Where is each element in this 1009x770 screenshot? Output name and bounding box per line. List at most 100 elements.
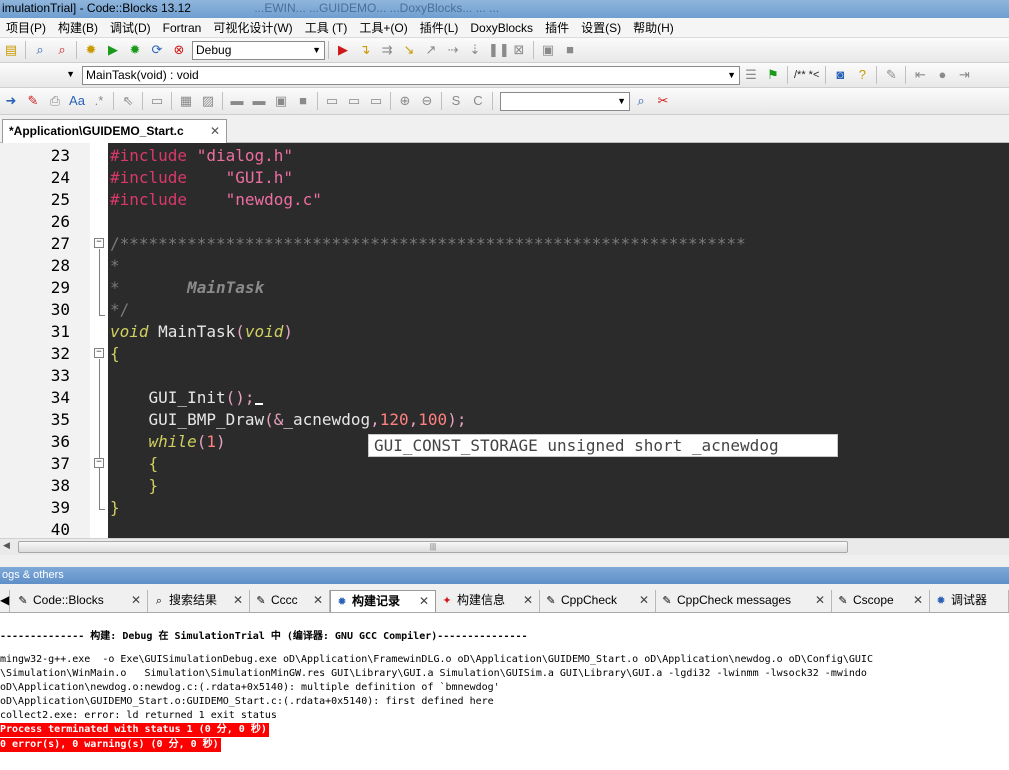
debug-start-icon[interactable]: ▶ — [334, 41, 352, 59]
close-icon[interactable]: ✕ — [313, 590, 323, 611]
next-instruction-icon[interactable]: ⇢ — [444, 41, 462, 59]
frame-3-icon[interactable]: ▭ — [367, 92, 385, 110]
doxy-comment-button[interactable]: /** *< — [794, 69, 819, 81]
menu-help[interactable]: 帮助(H) — [627, 18, 680, 38]
step-into-icon[interactable]: ↘ — [400, 41, 418, 59]
html-doc-icon[interactable]: ◙ — [831, 66, 849, 84]
tab-build-log[interactable]: ✹ 构建记录 ✕ — [330, 590, 436, 612]
menu-tools-plus[interactable]: 工具+(O) — [353, 18, 413, 38]
tab-scroll-left[interactable]: ◀ — [0, 590, 10, 612]
build-gear-icon[interactable]: ✹ — [82, 41, 100, 59]
frame-2-icon[interactable]: ▭ — [345, 92, 363, 110]
frame-1-icon[interactable]: ▭ — [323, 92, 341, 110]
regex-icon[interactable]: .* — [90, 92, 108, 110]
bitmap-icon[interactable]: ▨ — [199, 92, 217, 110]
tools-icon[interactable]: ✂ — [654, 92, 672, 110]
menu-tools[interactable]: 工具 (T) — [299, 18, 354, 38]
menu-plugins[interactable]: 插件(L) — [414, 18, 465, 38]
menu-fortran[interactable]: Fortran — [157, 18, 208, 38]
toolbar-separator — [876, 66, 878, 84]
pause-icon[interactable]: ❚❚ — [488, 41, 510, 59]
font-icon[interactable]: Aa — [68, 92, 86, 110]
scope-combo[interactable]: ▼ — [0, 66, 78, 85]
close-icon[interactable]: ✕ — [815, 590, 825, 611]
highlight-icon[interactable]: ✎ — [24, 92, 42, 110]
menu-settings[interactable]: 设置(S) — [575, 18, 627, 38]
nav-forward-icon[interactable]: ⇥ — [955, 66, 973, 84]
menu-project[interactable]: 项目(P) — [0, 18, 52, 38]
layout-2-icon[interactable]: ▬ — [250, 92, 268, 110]
line-number: 34 — [50, 388, 70, 407]
search-combo[interactable]: ▼ — [500, 91, 630, 111]
menu-doxyblocks[interactable]: DoxyBlocks — [464, 18, 539, 38]
print-icon[interactable]: ⎙ — [46, 92, 64, 110]
build-and-run-icon[interactable]: ✹ — [126, 41, 144, 59]
layout-1-icon[interactable]: ▬ — [228, 92, 246, 110]
tab-codeblocks-log[interactable]: ✎ Code::Blocks ✕ — [12, 590, 148, 612]
menu-plugins-2[interactable]: 插件 — [539, 18, 575, 38]
arrow-right-icon[interactable]: ➜ — [2, 92, 20, 110]
run-icon[interactable]: ▶ — [104, 41, 122, 59]
close-icon[interactable]: ✕ — [913, 590, 923, 611]
step-out-icon[interactable]: ↗ — [422, 41, 440, 59]
search-icon[interactable]: ⌕ — [632, 92, 650, 110]
panel-icon[interactable]: ▭ — [148, 92, 166, 110]
fold-collapse-icon[interactable]: − — [94, 458, 104, 468]
layout-4-icon[interactable]: ■ — [294, 92, 312, 110]
function-combo[interactable]: MainTask(void) : void ▼ — [82, 65, 740, 85]
build-log-output[interactable]: -------------- 构建: Debug 在 SimulationTri… — [0, 613, 1009, 770]
jump-icon[interactable]: ⚑ — [764, 66, 782, 84]
editor-horizontal-scrollbar[interactable]: ◀ ||| — [0, 538, 1009, 555]
code-completion-toolbar: ▼ MainTask(void) : void ▼ ☰ ⚑ /** *< ◙ ?… — [0, 63, 1009, 88]
select-pointer-icon[interactable]: ⇖ — [119, 92, 137, 110]
various-info-icon[interactable]: ■ — [561, 41, 579, 59]
tab-build-messages[interactable]: ✦ 构建信息 ✕ — [436, 590, 540, 612]
scroll-left-icon[interactable]: ◀ — [3, 540, 10, 551]
tab-cscope[interactable]: ✎ Cscope ✕ — [832, 590, 930, 612]
tab-cccc[interactable]: ✎ Cccc ✕ — [250, 590, 330, 612]
close-icon[interactable]: ✕ — [233, 590, 243, 611]
symbol-s-icon[interactable]: S — [447, 92, 465, 110]
scrollbar-thumb[interactable]: ||| — [18, 541, 848, 553]
close-icon[interactable]: ✕ — [639, 590, 649, 611]
find-icon[interactable]: ⌕ — [31, 41, 49, 59]
fold-collapse-icon[interactable]: − — [94, 238, 104, 248]
run-to-cursor-icon[interactable]: ↴ — [356, 41, 374, 59]
fold-collapse-icon[interactable]: − — [94, 348, 104, 358]
stack-icon[interactable]: ☰ — [742, 66, 760, 84]
menu-build[interactable]: 构建(B) — [52, 18, 104, 38]
zoom-out-icon[interactable]: ⊖ — [418, 92, 436, 110]
line-number: 33 — [50, 366, 70, 385]
next-line-icon[interactable]: ⇉ — [378, 41, 396, 59]
tab-cppcheck-messages[interactable]: ✎ CppCheck messages ✕ — [656, 590, 832, 612]
wrench-icon[interactable]: ✎ — [882, 66, 900, 84]
code-token: GUI_Init — [110, 388, 226, 407]
stop-debug-icon[interactable]: ⊠ — [510, 41, 528, 59]
close-icon[interactable]: ✕ — [210, 120, 220, 142]
tab-guidemo-start[interactable]: *Application\GUIDEMO_Start.c ✕ — [2, 119, 227, 143]
rebuild-icon[interactable]: ⟳ — [148, 41, 166, 59]
tab-cppcheck[interactable]: ✎ CppCheck ✕ — [540, 590, 656, 612]
close-icon[interactable]: ✕ — [523, 590, 533, 611]
code-editor[interactable]: 23 #include "dialog.h" 24 #include "GUI.… — [0, 143, 1009, 538]
code-token: "dialog.h" — [196, 146, 294, 165]
build-target-combo[interactable]: Debug ▼ — [192, 40, 325, 60]
tab-debugger[interactable]: ✹ 调试器 — [930, 590, 1009, 612]
zoom-in-icon[interactable]: ⊕ — [396, 92, 414, 110]
step-into-instruction-icon[interactable]: ⇣ — [466, 41, 484, 59]
symbol-c-icon[interactable]: C — [469, 92, 487, 110]
nav-back-icon[interactable]: ⇤ — [911, 66, 929, 84]
image-icon[interactable]: ▦ — [177, 92, 195, 110]
close-icon[interactable]: ✕ — [131, 590, 141, 611]
replace-icon[interactable]: ⌕ — [53, 41, 71, 59]
menu-debug[interactable]: 调试(D) — [104, 18, 157, 38]
debug-windows-icon[interactable]: ▣ — [539, 41, 557, 59]
layout-3-icon[interactable]: ▣ — [272, 92, 290, 110]
chm-help-icon[interactable]: ? — [853, 66, 871, 84]
tab-search-results[interactable]: ⌕ 搜索结果 ✕ — [148, 590, 250, 612]
abort-icon[interactable]: ⊗ — [170, 41, 188, 59]
paste-icon[interactable]: ▤ — [2, 41, 20, 59]
close-icon[interactable]: ✕ — [419, 591, 429, 612]
nav-dot-icon[interactable]: ● — [933, 66, 951, 84]
menu-visual-design[interactable]: 可视化设计(W) — [207, 18, 298, 38]
